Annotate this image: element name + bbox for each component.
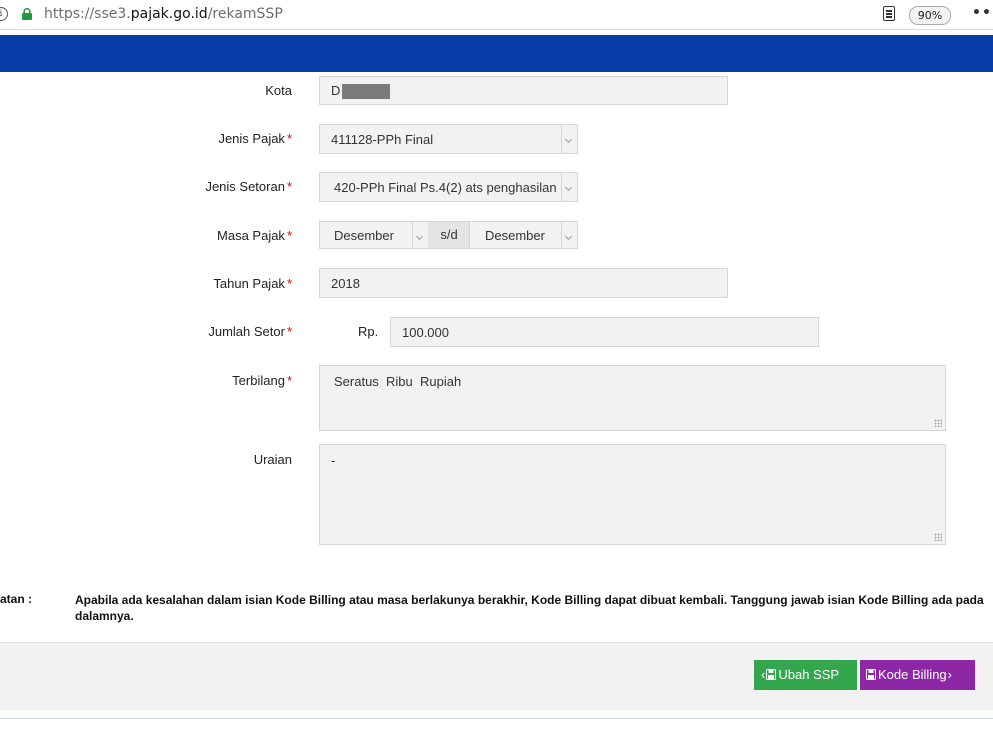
reader-view-icon[interactable] [883,6,895,21]
terbilang-textarea[interactable]: Seratus Ribu Rupiah [319,365,946,431]
resize-grip-icon[interactable] [934,533,942,541]
zoom-level-badge[interactable]: 90% [909,6,951,25]
chevron-left-icon: ‹ [761,667,766,682]
jenis-pajak-label: Jenis Pajak * [218,131,292,146]
kode-billing-button[interactable]: Kode Billing› [860,660,975,690]
info-icon[interactable]: i [0,7,8,21]
save-icon [766,669,777,680]
catatan-label: tatan : [0,592,32,606]
terbilang-label: Terbilang * [232,373,292,388]
masa-pajak-separator: s/d [428,221,470,249]
jenis-pajak-select[interactable]: 411128-PPh Final [319,124,578,154]
jenis-setoran-label: Jenis Setoran * [205,179,292,194]
url-field[interactable]: https://sse3.pajak.go.id/rekamSSP [44,6,283,22]
more-menu-icon[interactable]: ••• [972,5,993,21]
chevron-down-icon[interactable] [561,125,577,153]
tahun-pajak-label: Tahun Pajak * [213,276,292,291]
chevron-right-icon: › [947,667,952,682]
masa-pajak-label: Masa Pajak * [217,228,292,243]
browser-address-bar: i https://sse3.pajak.go.id/rekamSSP 90% … [0,0,993,30]
lock-icon [22,8,32,20]
kota-field[interactable]: D [319,76,728,105]
chevron-down-icon[interactable] [561,222,577,248]
site-header-band [0,35,993,72]
chevron-down-icon[interactable] [561,173,577,201]
divider [0,718,993,719]
uraian-label: Uraian [253,452,292,467]
jumlah-setor-field[interactable]: 100.000 [390,317,819,347]
ubah-ssp-button[interactable]: ‹ Ubah SSP [754,660,857,690]
jenis-setoran-select[interactable]: 420-PPh Final Ps.4(2) ats penghasilan [319,172,578,202]
save-icon [866,669,876,680]
tahun-pajak-field[interactable]: 2018 [319,268,728,298]
redacted-block [342,84,391,100]
currency-label: Rp. [358,324,379,339]
uraian-textarea[interactable]: - [319,444,946,545]
masa-pajak-from-select[interactable]: Desember [319,221,429,249]
masa-pajak-to-select[interactable]: Desember [469,221,578,249]
catatan-text: Apabila ada kesalahan dalam isian Kode B… [75,593,984,623]
resize-grip-icon[interactable] [934,419,942,427]
jumlah-setor-label: Jumlah Setor * [208,324,292,339]
chevron-down-icon[interactable] [412,222,428,248]
kota-label: Kota [265,83,292,98]
